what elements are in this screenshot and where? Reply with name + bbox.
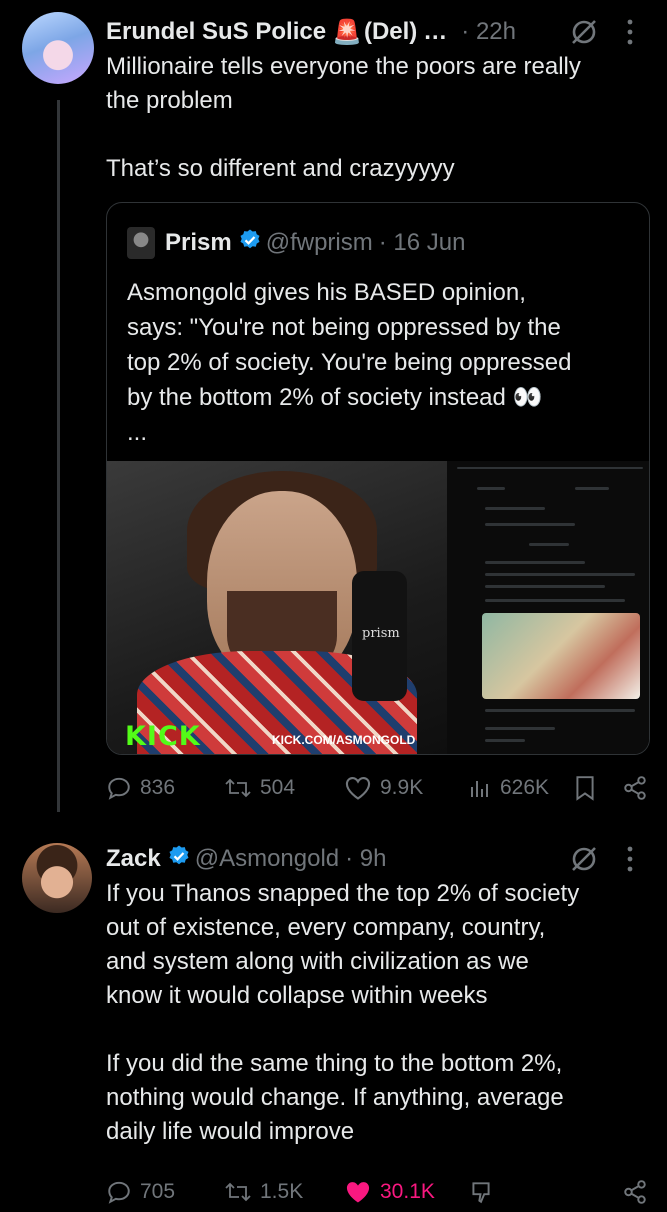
- embedded-game-image: [482, 613, 640, 699]
- post2-handle[interactable]: @Asmongold: [195, 845, 339, 873]
- share-button[interactable]: [622, 775, 648, 801]
- repost-button[interactable]: 504: [224, 775, 295, 801]
- avatar-zack[interactable]: [22, 843, 92, 913]
- more-options-icon[interactable]: [626, 17, 634, 52]
- post2-right-icons: [568, 843, 634, 880]
- grok-icon[interactable]: [568, 843, 600, 880]
- quote-media[interactable]: prism KICK KICK.COM/ASMONGOLD: [107, 461, 649, 754]
- post2-text: If you Thanos snapped the top 2% of soci…: [106, 880, 580, 1145]
- repost-count: 504: [260, 776, 296, 799]
- quote-date: · 16 Jun: [378, 229, 466, 256]
- reply-icon: [108, 1181, 130, 1204]
- like-count: 9.9K: [380, 776, 424, 799]
- heart-icon: [345, 777, 371, 800]
- dislike-button[interactable]: [468, 1179, 494, 1205]
- views-icon: [471, 781, 488, 797]
- quote-text: Asmongold gives his BASED opinion, says:…: [127, 279, 572, 446]
- prism-watermark: prism: [362, 626, 400, 641]
- quote-display-name[interactable]: Prism: [165, 229, 232, 257]
- reply-count: 705: [140, 1180, 176, 1203]
- reply-button[interactable]: 836: [106, 775, 175, 801]
- post1-right-icons: [568, 16, 634, 53]
- repost-count: 1.5K: [260, 1180, 304, 1203]
- verified-badge-icon: [167, 844, 191, 875]
- reply-icon: [108, 777, 130, 800]
- repost-icon: [225, 1182, 251, 1202]
- kick-url: KICK.COM/ASMONGOLD: [272, 733, 416, 747]
- like-count: 30.1K: [380, 1180, 435, 1203]
- quote-handle[interactable]: @fwprism: [266, 229, 373, 257]
- grok-icon[interactable]: [568, 16, 600, 53]
- share-icon: [624, 1180, 646, 1204]
- heart-filled-icon: [346, 1182, 370, 1203]
- quoted-post-card[interactable]: Prism @fwprism · 16 Jun Asmongold gives …: [106, 202, 650, 755]
- stream-screenshot: prism KICK KICK.COM/ASMONGOLD: [107, 461, 447, 754]
- view-count: 626K: [500, 776, 550, 799]
- post2-display-name[interactable]: Zack: [106, 845, 161, 873]
- post1-display-name[interactable]: Erundel SuS Police: [106, 18, 326, 46]
- like-button[interactable]: 9.9K: [344, 775, 423, 801]
- views-button[interactable]: 626K: [468, 775, 549, 801]
- like-button[interactable]: 30.1K: [344, 1179, 435, 1205]
- quote-header: Prism @fwprism · 16 Jun: [127, 223, 465, 263]
- post1-action-bar: 836 504 9.9K 626K: [106, 768, 654, 808]
- more-options-icon[interactable]: [626, 844, 634, 879]
- post1-name-ellipsis: …: [423, 18, 448, 45]
- post1-header: Erundel SuS Police 🚨 (Del) … · 22h: [106, 12, 516, 52]
- post2-action-bar: 705 1.5K 30.1K: [106, 1172, 654, 1212]
- post2-timestamp[interactable]: · 9h: [345, 845, 386, 873]
- verified-badge-icon: [238, 228, 262, 259]
- reply-button[interactable]: 705: [106, 1179, 175, 1205]
- share-button[interactable]: [622, 1179, 648, 1205]
- share-icon: [624, 776, 646, 800]
- kick-logo: KICK: [125, 721, 201, 752]
- downvote-icon: [472, 1182, 490, 1204]
- embedded-twitter-screenshot: [447, 461, 649, 754]
- bookmark-icon: [576, 776, 594, 801]
- thread-connector-line: [57, 100, 60, 812]
- repost-button[interactable]: 1.5K: [224, 1179, 303, 1205]
- siren-emoji: 🚨: [332, 18, 362, 46]
- avatar-erundel[interactable]: [22, 12, 94, 84]
- post1-text: Millionaire tells everyone the poors are…: [106, 53, 581, 182]
- post1-name-suffix: (Del): [363, 18, 418, 45]
- repost-icon: [225, 778, 251, 798]
- bookmark-button[interactable]: [574, 775, 596, 801]
- post2-header: Zack @Asmongold · 9h: [106, 839, 387, 879]
- quote-avatar[interactable]: [127, 227, 155, 259]
- reply-count: 836: [140, 776, 176, 799]
- post1-timestamp[interactable]: · 22h: [461, 18, 516, 46]
